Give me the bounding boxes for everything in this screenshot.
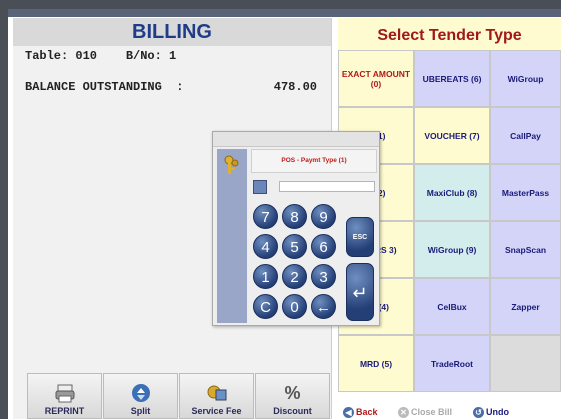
key-9[interactable]: 9 <box>311 204 336 229</box>
service-fee-label: Service Fee <box>191 406 242 416</box>
discount-button[interactable]: % Discount <box>255 373 330 419</box>
balance-label: BALANCE OUTSTANDING : <box>25 80 184 94</box>
back-button[interactable]: ◀ Back <box>343 405 378 419</box>
tender-snapscan[interactable]: SnapScan <box>490 221 561 278</box>
billing-title: BILLING <box>13 18 331 46</box>
key-6[interactable]: 6 <box>311 234 336 259</box>
key-1[interactable]: 1 <box>253 264 278 289</box>
split-button[interactable]: Split <box>103 373 178 419</box>
tender-voucher[interactable]: VOUCHER (7) <box>414 107 490 164</box>
service-fee-button[interactable]: Service Fee <box>179 373 254 419</box>
tender-mrd[interactable]: MRD (5) <box>338 335 414 392</box>
back-icon: ◀ <box>343 406 354 418</box>
percent-icon: % <box>284 383 301 403</box>
close-bill-button[interactable]: ✕ Close Bill <box>398 405 452 419</box>
tender-actions: ◀ Back ✕ Close Bill ↺ Undo <box>338 405 561 419</box>
key-clear[interactable]: C <box>253 294 278 319</box>
popup-title-bar[interactable] <box>213 132 379 147</box>
tender-exact-amount[interactable]: EXACT AMOUNT (0) <box>338 50 414 107</box>
balance-amount: 478.00 <box>273 80 317 94</box>
payment-keypad-popup: POS - Paymt Type (1) 7 8 9 4 5 6 1 2 3 C… <box>212 131 380 326</box>
split-icon <box>130 382 152 404</box>
tender-empty <box>490 335 561 392</box>
undo-label: Undo <box>486 407 509 417</box>
keys-icon <box>223 154 241 181</box>
key-3[interactable]: 3 <box>311 264 336 289</box>
tender-ubereats[interactable]: UBEREATS (6) <box>414 50 490 107</box>
key-7[interactable]: 7 <box>253 204 278 229</box>
key-4[interactable]: 4 <box>253 234 278 259</box>
billing-actions: REPRINT Split Service Fee % Discount <box>13 373 331 419</box>
key-backspace[interactable]: ← <box>311 294 336 319</box>
close-bill-icon: ✕ <box>398 406 409 418</box>
tender-callpay[interactable]: CallPay <box>490 107 561 164</box>
key-8[interactable]: 8 <box>282 204 307 229</box>
key-5[interactable]: 5 <box>282 234 307 259</box>
esc-button[interactable]: ESC <box>346 217 374 257</box>
table-bill-number: Table: 010 B/No: 1 <box>25 49 177 63</box>
reprint-button[interactable]: REPRINT <box>27 373 102 419</box>
printer-icon <box>54 382 76 404</box>
payment-type-label: POS - Paymt Type (1) <box>251 149 377 173</box>
undo-icon: ↺ <box>473 406 484 418</box>
tender-wigroup-9[interactable]: WiGroup (9) <box>414 221 490 278</box>
tender-masterpass[interactable]: MasterPass <box>490 164 561 221</box>
tender-celbux[interactable]: CelBux <box>414 278 490 335</box>
split-label: Split <box>130 406 151 416</box>
tender-maxiclub[interactable]: MaxiClub (8) <box>414 164 490 221</box>
discount-label: Discount <box>273 406 312 416</box>
back-label: Back <box>356 407 378 417</box>
tender-zapper[interactable]: Zapper <box>490 278 561 335</box>
tender-traderoot[interactable]: TradeRoot <box>414 335 490 392</box>
top-bar <box>8 9 561 17</box>
reprint-label: REPRINT <box>44 406 85 416</box>
key-2[interactable]: 2 <box>282 264 307 289</box>
enter-button[interactable]: ↵ <box>346 263 374 321</box>
database-icon <box>253 180 267 194</box>
close-bill-label: Close Bill <box>411 407 453 417</box>
tender-wigroup[interactable]: WiGroup <box>490 50 561 107</box>
undo-button[interactable]: ↺ Undo <box>473 405 509 419</box>
tender-title: Select Tender Type <box>338 18 561 50</box>
key-0[interactable]: 0 <box>282 294 307 319</box>
service-fee-icon <box>206 382 228 404</box>
amount-input[interactable] <box>279 181 375 192</box>
